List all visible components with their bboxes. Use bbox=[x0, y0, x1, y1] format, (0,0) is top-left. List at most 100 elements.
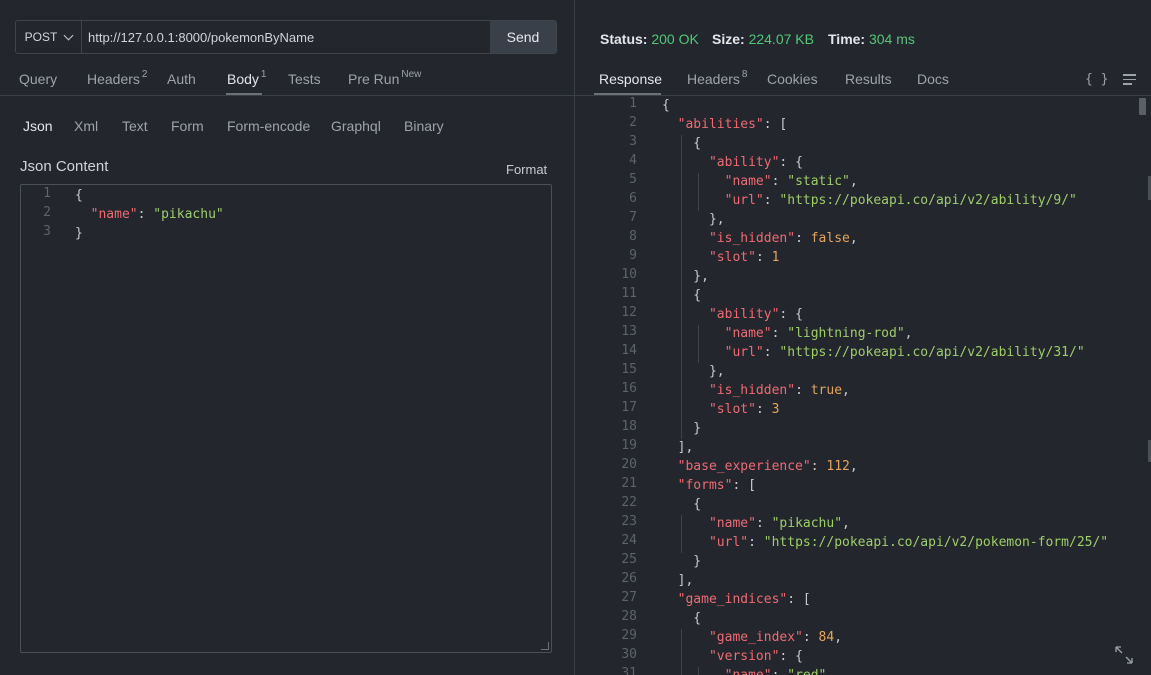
body-tab-form[interactable]: Form bbox=[171, 118, 204, 134]
code-line: "ability": { bbox=[708, 307, 803, 322]
indent-guide bbox=[698, 667, 699, 675]
code-line: ], bbox=[662, 573, 694, 588]
time-value: 304 ms bbox=[868, 31, 915, 47]
code-line: "name": "red", bbox=[662, 666, 835, 675]
time-label: Time: bbox=[828, 31, 866, 47]
method-select[interactable]: POST bbox=[16, 21, 82, 53]
tab-badge: 8 bbox=[741, 69, 748, 80]
code-line: } bbox=[662, 554, 702, 569]
tabs-divider bbox=[0, 95, 574, 96]
line-number: 14 bbox=[621, 343, 637, 358]
line-number: 17 bbox=[621, 400, 637, 415]
format-button[interactable]: Format bbox=[506, 162, 547, 177]
code-line: "slot": 3 bbox=[708, 402, 780, 417]
line-number: 28 bbox=[621, 609, 637, 624]
line-number: 1 bbox=[629, 96, 637, 111]
body-tab-xml[interactable]: Xml bbox=[74, 118, 98, 134]
code-line: "name": "pikachu" bbox=[90, 207, 224, 222]
line-number: 13 bbox=[621, 324, 637, 339]
code-line: { bbox=[75, 188, 83, 203]
tab-pre-run[interactable]: Pre Run New bbox=[348, 69, 422, 87]
wrap-lines-icon[interactable] bbox=[1123, 74, 1136, 85]
body-tab-text[interactable]: Text bbox=[122, 118, 148, 134]
line-number: 26 bbox=[621, 571, 637, 586]
code-line: "is_hidden": false, bbox=[708, 231, 858, 246]
code-line: "game_index": 84, bbox=[708, 630, 843, 645]
body-tab-json[interactable]: Json bbox=[23, 118, 53, 134]
tab-label: Body bbox=[227, 71, 259, 87]
tab-auth[interactable]: Auth bbox=[167, 71, 196, 87]
tab-headers[interactable]: Headers 2 bbox=[87, 69, 148, 87]
line-number: 30 bbox=[621, 647, 637, 662]
tab-label: Headers bbox=[687, 71, 740, 87]
tab-badge: New bbox=[401, 69, 422, 80]
indent-guide bbox=[681, 135, 682, 439]
code-line: "ability": { bbox=[708, 155, 803, 170]
indent-guide bbox=[698, 325, 699, 363]
line-number: 11 bbox=[621, 286, 637, 301]
size-value: 224.07 KB bbox=[748, 31, 814, 47]
code-line: "name": "pikachu", bbox=[708, 516, 850, 531]
line-number: 12 bbox=[621, 305, 637, 320]
line-number: 4 bbox=[629, 153, 637, 168]
send-button[interactable]: Send bbox=[490, 21, 556, 53]
code-line: } bbox=[75, 226, 83, 241]
tab-response-headers[interactable]: Headers 8 bbox=[687, 69, 748, 87]
status-label: Status: bbox=[600, 31, 648, 47]
line-number: 6 bbox=[629, 191, 637, 206]
code-line: "slot": 1 bbox=[708, 250, 780, 265]
code-line: "url": "https://pokeapi.co/api/v2/abilit… bbox=[724, 345, 1085, 360]
line-number: 23 bbox=[621, 514, 637, 529]
code-line: "name": "static", bbox=[724, 174, 858, 189]
tab-cookies[interactable]: Cookies bbox=[767, 71, 818, 87]
line-number: 9 bbox=[629, 248, 637, 263]
code-line: "version": { bbox=[708, 649, 803, 664]
code-line: { bbox=[662, 497, 702, 512]
line-number: 29 bbox=[621, 628, 637, 643]
tab-tests[interactable]: Tests bbox=[288, 71, 321, 87]
line-number: 25 bbox=[621, 552, 637, 567]
braces-icon[interactable]: { } bbox=[1085, 72, 1108, 87]
code-line: { bbox=[662, 98, 670, 113]
code-line: "abilities": [ bbox=[677, 117, 788, 132]
tab-query[interactable]: Query bbox=[19, 71, 57, 87]
line-number: 3 bbox=[43, 224, 51, 239]
tab-docs[interactable]: Docs bbox=[917, 71, 949, 87]
line-number: 22 bbox=[621, 495, 637, 510]
status-indicator: Status: 200 OK bbox=[600, 31, 699, 47]
tab-label: Tests bbox=[288, 71, 321, 87]
json-editor[interactable]: 1 {2 "name": "pikachu" 3} bbox=[20, 184, 552, 653]
body-tab-binary[interactable]: Binary bbox=[404, 118, 444, 134]
code-line: }, bbox=[662, 212, 725, 227]
tab-label: Docs bbox=[917, 71, 949, 87]
body-tab-graphql[interactable]: Graphql bbox=[331, 118, 381, 134]
line-number: 19 bbox=[621, 438, 637, 453]
url-input[interactable]: http://127.0.0.1:8000/pokemonByName bbox=[82, 21, 490, 53]
line-number: 3 bbox=[629, 134, 637, 149]
tab-body[interactable]: Body 1 bbox=[227, 69, 267, 87]
size-label: Size: bbox=[712, 31, 745, 47]
resize-handle[interactable] bbox=[541, 642, 549, 650]
tab-label: Response bbox=[599, 71, 663, 87]
line-number: 27 bbox=[621, 590, 637, 605]
tab-results[interactable]: Results bbox=[845, 71, 892, 87]
indent-guide bbox=[698, 173, 699, 211]
tab-response[interactable]: Response bbox=[599, 71, 662, 87]
scrollbar-thumb[interactable] bbox=[1139, 98, 1146, 115]
tab-badge: 2 bbox=[141, 69, 148, 80]
code-line: }, bbox=[662, 269, 709, 284]
tab-label: Pre Run bbox=[348, 71, 400, 87]
code-line: ], bbox=[662, 440, 694, 455]
line-number: 5 bbox=[629, 172, 637, 187]
line-number: 31 bbox=[621, 666, 637, 675]
body-tab-form-encode[interactable]: Form-encode bbox=[227, 118, 310, 134]
line-number: 7 bbox=[629, 210, 637, 225]
line-number: 10 bbox=[621, 267, 637, 282]
line-number: 15 bbox=[621, 362, 637, 377]
url-bar: POST http://127.0.0.1:8000/pokemonByName… bbox=[15, 20, 557, 54]
tab-badge: 1 bbox=[260, 69, 267, 80]
expand-icon[interactable] bbox=[1114, 645, 1134, 665]
size-indicator: Size: 224.07 KB bbox=[712, 31, 814, 47]
tab-label: Cookies bbox=[767, 71, 818, 87]
line-number: 1 bbox=[43, 186, 51, 201]
